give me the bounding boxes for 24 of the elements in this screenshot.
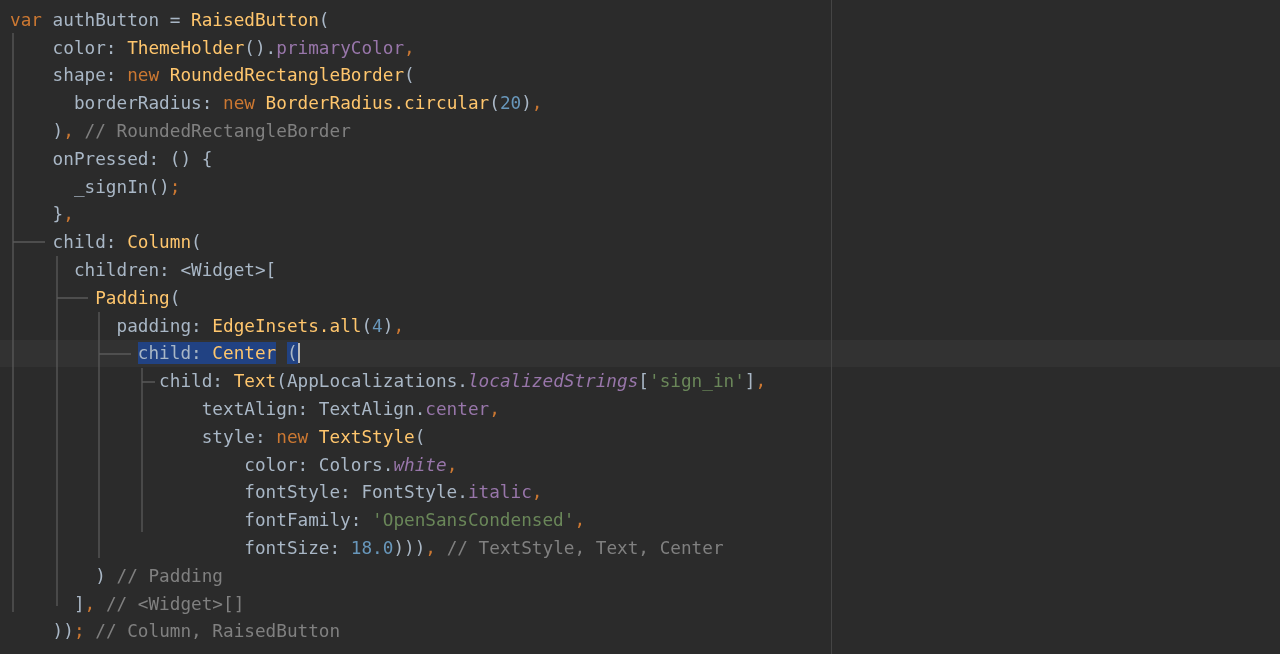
code-line: ], // <Widget>[] bbox=[72, 592, 245, 615]
code-line: children: <Widget>[ bbox=[72, 259, 277, 282]
code-line: ), // RoundedRectangleBorder bbox=[51, 120, 351, 143]
code-line: }, bbox=[51, 203, 74, 226]
code-line: fontStyle: FontStyle.italic, bbox=[243, 481, 543, 504]
code-line: color: Colors.white, bbox=[243, 453, 458, 476]
code-line: )); // Column, RaisedButton bbox=[51, 620, 341, 643]
text-cursor bbox=[297, 343, 300, 364]
code-line: style: new TextStyle( bbox=[200, 425, 426, 448]
code-line: child: Center ( bbox=[136, 342, 300, 365]
code-line: fontFamily: 'OpenSansCondensed', bbox=[243, 509, 586, 532]
code-line: fontSize: 18.0))), // TextStyle, Text, Center bbox=[243, 537, 724, 560]
code-line: var authButton = RaisedButton( bbox=[10, 8, 330, 31]
code-line: borderRadius: new BorderRadius.circular(20), bbox=[72, 92, 543, 115]
code-line: child: Text(AppLocalizations.localizedStrings['sign_in'], bbox=[158, 370, 767, 393]
code-line: child: Column( bbox=[51, 231, 202, 254]
code-line: onPressed: () { bbox=[51, 147, 213, 170]
code-line: ) // Padding bbox=[94, 564, 223, 587]
code-line: padding: EdgeInsets.all(4), bbox=[115, 314, 405, 337]
code-line: _signIn(); bbox=[72, 175, 181, 198]
code-line: shape: new RoundedRectangleBorder( bbox=[51, 64, 415, 87]
code-line: textAlign: TextAlign.center, bbox=[200, 398, 500, 421]
code-line: Padding( bbox=[94, 286, 181, 309]
code-line: color: ThemeHolder().primaryColor, bbox=[51, 36, 415, 59]
